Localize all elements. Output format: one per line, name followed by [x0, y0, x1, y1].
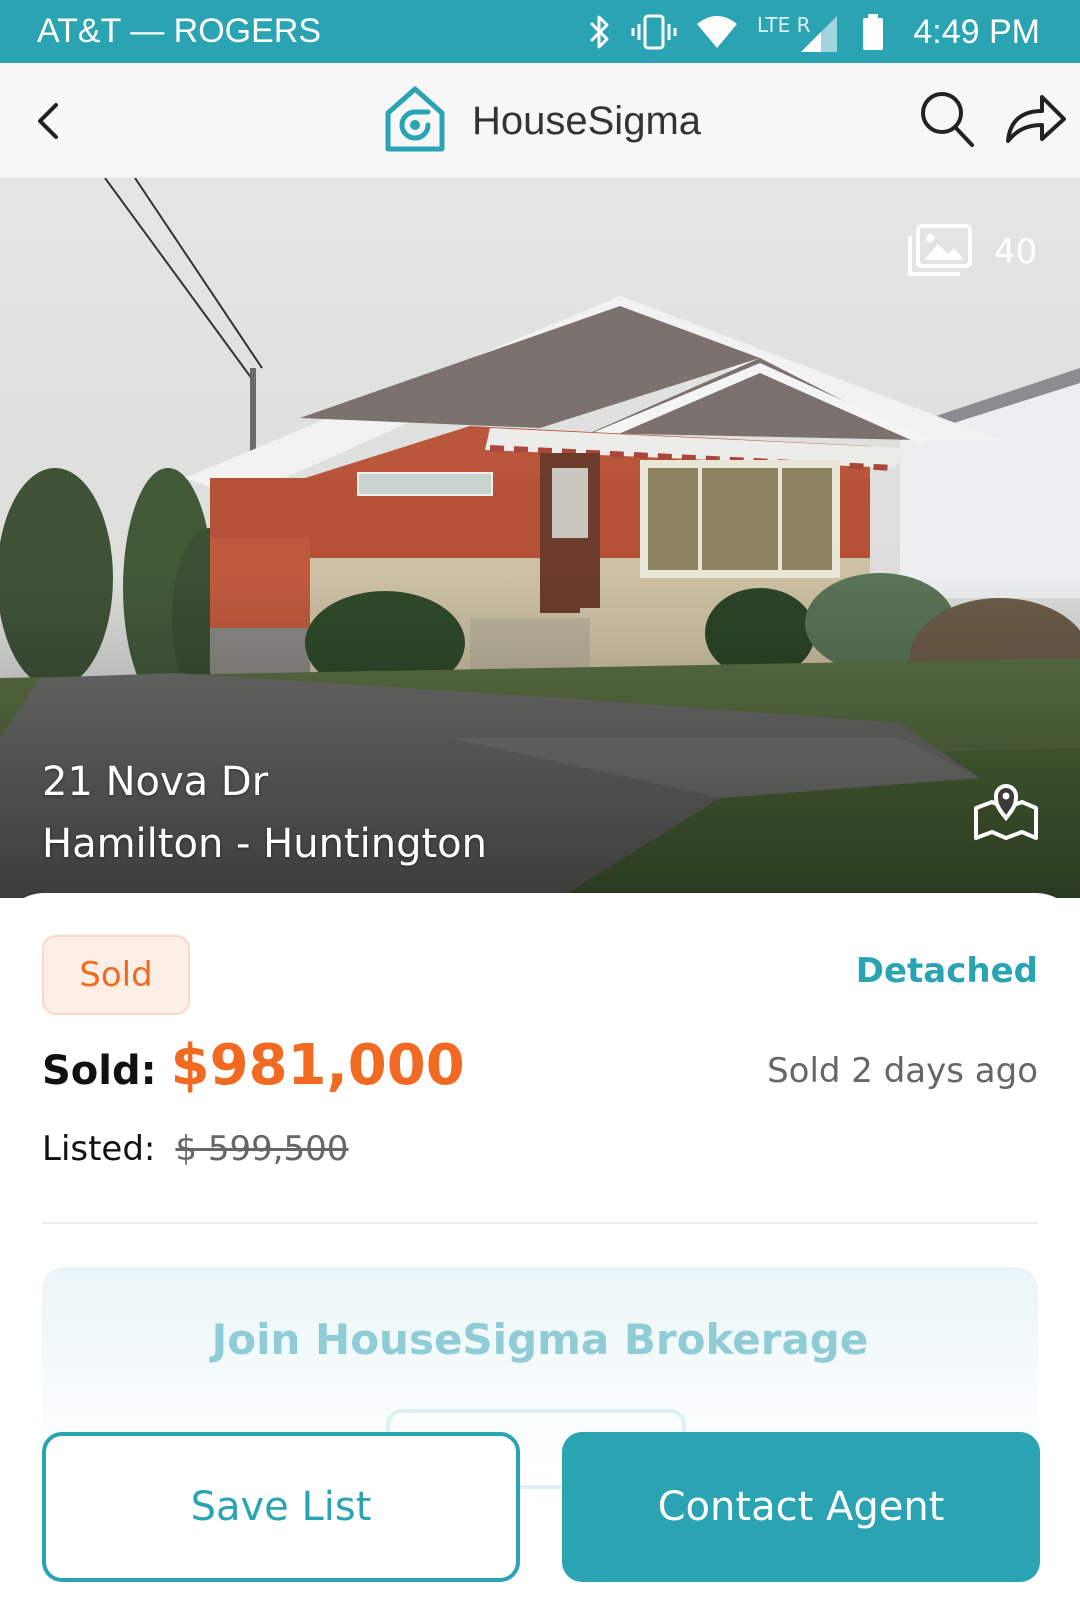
gallery-icon	[904, 222, 974, 282]
sold-price: $981,000	[170, 1033, 465, 1098]
brand: HouseSigma	[384, 85, 701, 157]
listed-price: $ 599,500	[175, 1129, 349, 1169]
status-bar: AT&T — ROGERS LTE R 4:49 PM	[0, 0, 1080, 63]
back-button[interactable]	[30, 99, 70, 143]
housesigma-logo-icon	[384, 85, 446, 157]
signal-icon: LTE R	[757, 10, 843, 54]
search-icon	[921, 92, 974, 147]
app-header: HouseSigma	[0, 63, 1080, 178]
photo-count: 40	[994, 232, 1038, 272]
listing-address: 21 Nova Dr Hamilton - Huntington	[42, 751, 487, 875]
promo-title: Join HouseSigma Brokerage	[211, 1315, 869, 1364]
property-type: Detached	[855, 951, 1038, 991]
status-badge: Sold	[42, 935, 190, 1015]
clock: 4:49 PM	[913, 12, 1040, 51]
sold-date: Sold 2 days ago	[767, 1051, 1038, 1091]
listed-label: Listed:	[42, 1129, 156, 1169]
map-pin-icon	[974, 784, 1038, 840]
bluetooth-icon	[585, 12, 613, 52]
save-list-button[interactable]: Save List	[42, 1432, 520, 1582]
listed-price-row: Listed: $ 599,500	[42, 1129, 348, 1169]
sold-price-row: Sold: $981,000	[42, 1033, 465, 1103]
wifi-icon	[695, 12, 739, 52]
vibrate-icon	[631, 12, 677, 52]
contact-agent-button[interactable]: Contact Agent	[562, 1432, 1040, 1582]
city-neighbourhood: Hamilton - Huntington	[42, 821, 487, 867]
street-address: 21 Nova Dr	[42, 759, 269, 805]
listing-photo[interactable]: 40 21 Nova Dr Hamilton - Huntington	[0, 178, 1080, 898]
divider	[42, 1222, 1038, 1224]
app-name: HouseSigma	[472, 98, 702, 143]
chevron-left-icon	[38, 103, 58, 139]
map-button[interactable]	[972, 778, 1040, 844]
network-type-label: LTE R	[757, 13, 811, 37]
search-button[interactable]	[918, 89, 978, 151]
share-icon	[1006, 95, 1066, 143]
sold-label: Sold:	[42, 1048, 157, 1094]
photo-count-button[interactable]: 40	[904, 222, 1037, 282]
battery-icon	[861, 12, 885, 52]
carrier-name: AT&T — ROGERS	[37, 12, 322, 50]
share-button[interactable]	[1004, 89, 1068, 149]
